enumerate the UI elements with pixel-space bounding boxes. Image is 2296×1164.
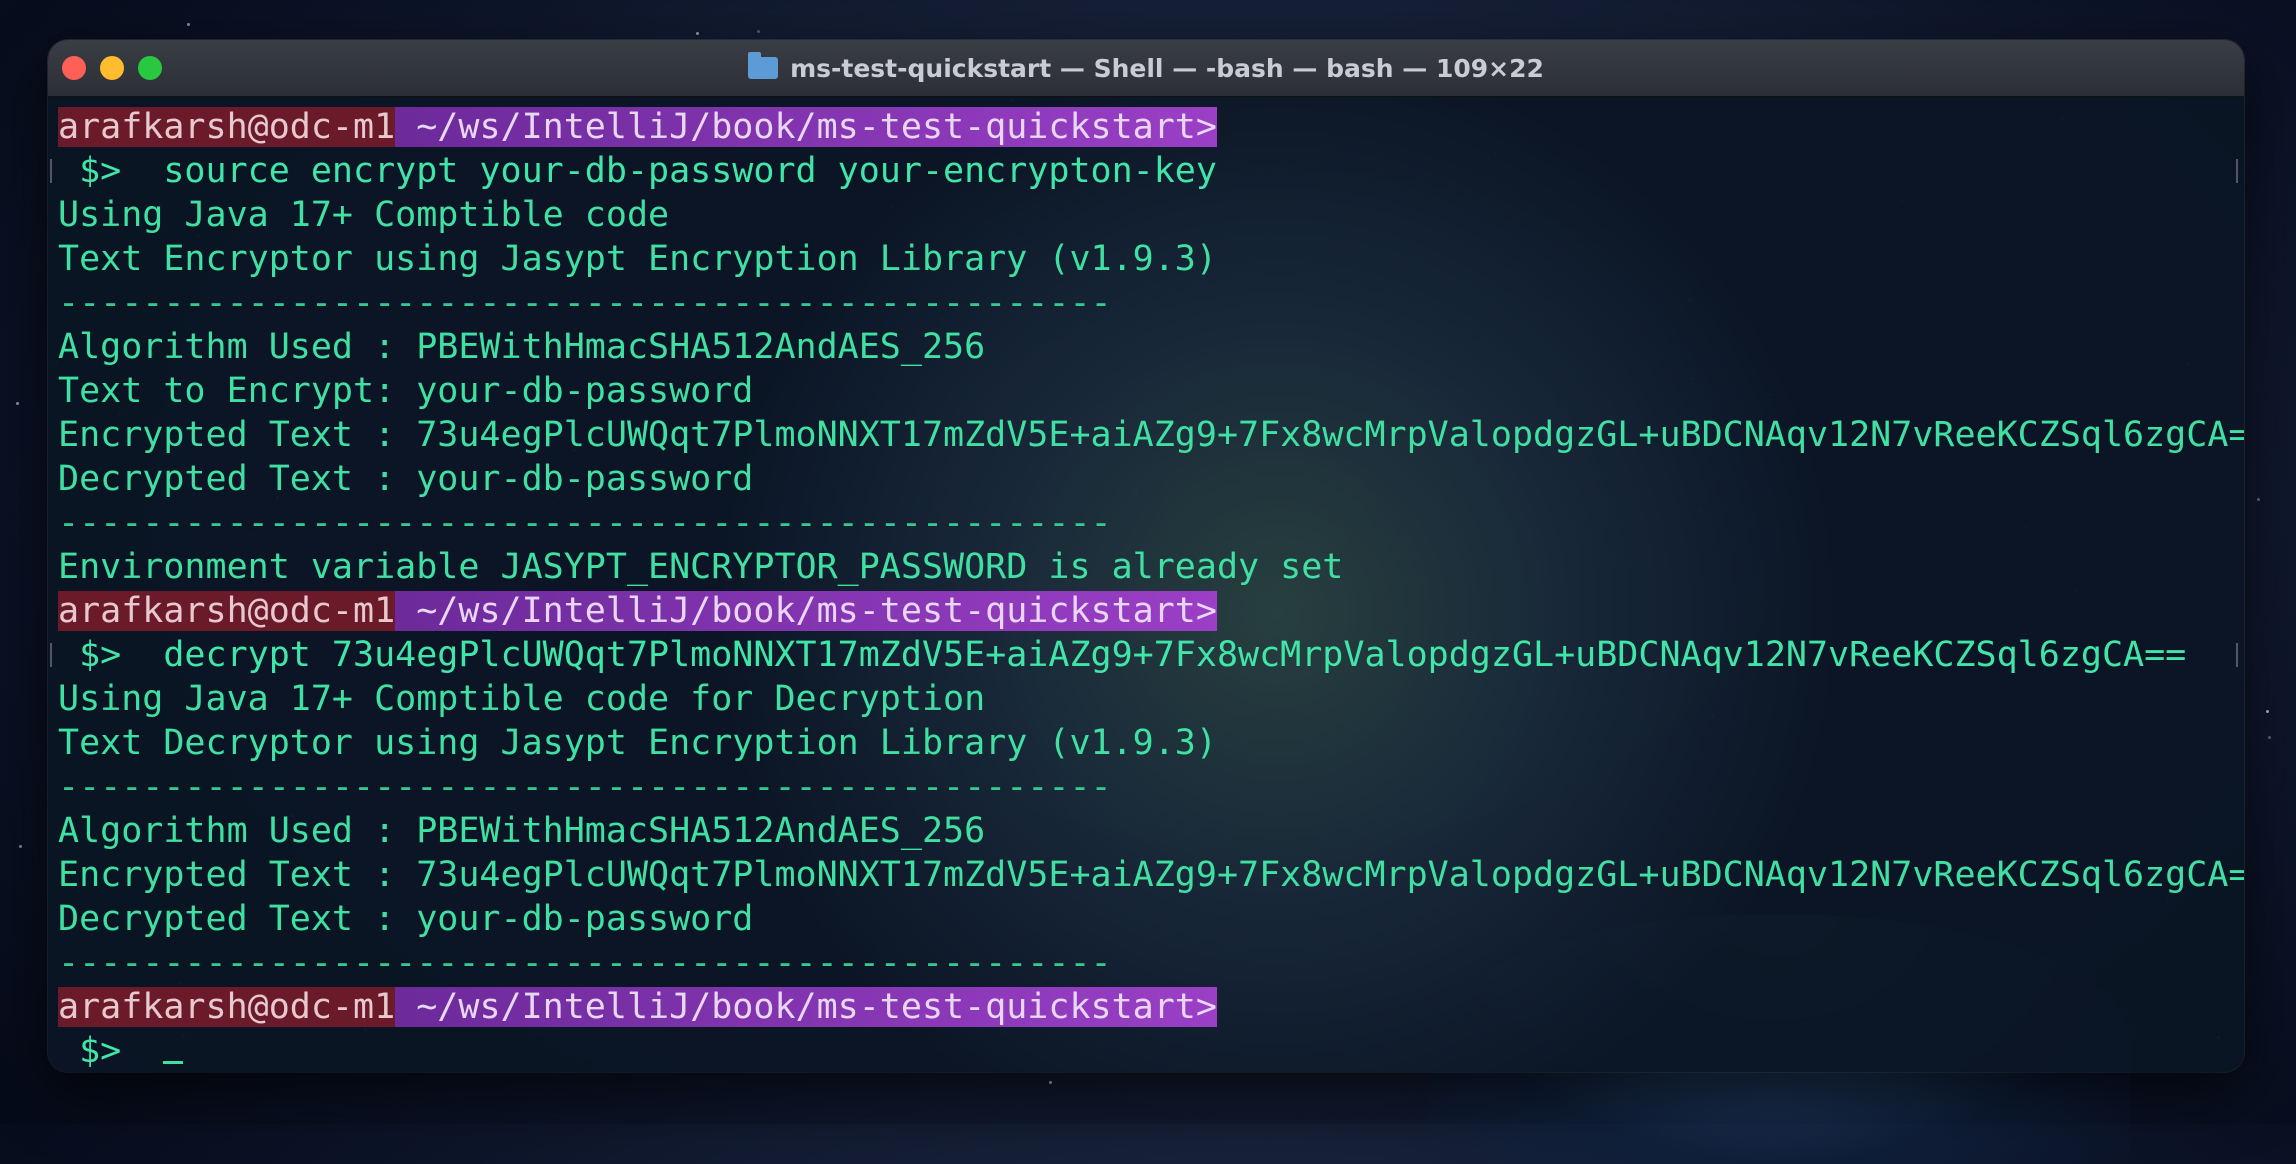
command-line[interactable]: $>: [58, 1029, 2234, 1072]
window-controls: [62, 56, 162, 80]
separator-line: ----------------------------------------…: [58, 943, 1112, 983]
line-mark-right: [2230, 643, 2238, 667]
star: [19, 845, 22, 848]
prompt-line: arafkarsh@odc-m1 ~/ws/IntelliJ/book/ms-t…: [58, 105, 2234, 149]
star: [187, 23, 190, 26]
title-bar[interactable]: ms-test-quickstart — Shell — -bash — bas…: [48, 40, 2244, 97]
output-line: Decrypted Text : your-db-password: [58, 899, 754, 939]
output-line: Text to Encrypt: your-db-password: [58, 371, 754, 411]
prompt-path: ~/ws/IntelliJ/book/ms-test-quickstart>: [395, 107, 1217, 147]
prompt-user-host: arafkarsh@odc-m1: [58, 107, 396, 147]
output-line: Algorithm Used : PBEWithHmacSHA512AndAES…: [58, 327, 986, 367]
star: [696, 32, 699, 35]
star: [2266, 710, 2269, 713]
prompt-line: arafkarsh@odc-m1 ~/ws/IntelliJ/book/ms-t…: [58, 985, 2234, 1029]
separator-line: ----------------------------------------…: [58, 767, 1112, 807]
command-text: decrypt 73u4egPlcUWQqt7PlmoNNXT17mZdV5E+…: [163, 635, 2187, 675]
line-mark-right: [2230, 159, 2238, 183]
prompt-user-host: arafkarsh@odc-m1: [58, 591, 396, 631]
prompt-line: arafkarsh@odc-m1 ~/ws/IntelliJ/book/ms-t…: [58, 589, 2234, 633]
text-cursor: [163, 1031, 184, 1064]
prompt-user-host: arafkarsh@odc-m1: [58, 987, 396, 1027]
star: [1049, 1081, 1052, 1084]
separator-line: ----------------------------------------…: [58, 503, 1112, 543]
output-line: Encrypted Text : 73u4egPlcUWQqt7PlmoNNXT…: [58, 415, 2244, 455]
output-line: Encrypted Text : 73u4egPlcUWQqt7PlmoNNXT…: [58, 855, 2244, 895]
zoom-button[interactable]: [138, 56, 162, 80]
prompt-symbol: $>: [58, 151, 164, 191]
command-line: $> decrypt 73u4egPlcUWQqt7PlmoNNXT17mZdV…: [50, 633, 2238, 677]
output-line: Algorithm Used : PBEWithHmacSHA512AndAES…: [58, 811, 986, 851]
output-line: Text Encryptor using Jasypt Encryption L…: [58, 239, 1217, 279]
star: [16, 402, 19, 405]
terminal-window: ms-test-quickstart — Shell — -bash — bas…: [48, 40, 2244, 1072]
terminal-content[interactable]: arafkarsh@odc-m1 ~/ws/IntelliJ/book/ms-t…: [48, 97, 2244, 1072]
command-line: $> source encrypt your-db-password your-…: [50, 149, 2238, 193]
output-line: Environment variable JASYPT_ENCRYPTOR_PA…: [58, 547, 1344, 587]
window-title: ms-test-quickstart — Shell — -bash — bas…: [748, 52, 1544, 83]
output-line: Using Java 17+ Comptible code: [58, 195, 670, 235]
prompt-symbol: $>: [58, 1031, 164, 1071]
star: [2257, 498, 2260, 501]
separator-line: ----------------------------------------…: [58, 283, 1112, 323]
prompt-path: ~/ws/IntelliJ/book/ms-test-quickstart>: [395, 591, 1217, 631]
folder-icon: [748, 52, 779, 79]
star: [2268, 736, 2271, 739]
output-line: Using Java 17+ Comptible code for Decryp…: [58, 679, 986, 719]
window-title-text: ms-test-quickstart — Shell — -bash — bas…: [790, 53, 1544, 83]
command-text: source encrypt your-db-password your-enc…: [163, 151, 1217, 191]
output-line: Decrypted Text : your-db-password: [58, 459, 754, 499]
minimize-button[interactable]: [100, 56, 124, 80]
close-button[interactable]: [62, 56, 86, 80]
prompt-path: ~/ws/IntelliJ/book/ms-test-quickstart>: [395, 987, 1217, 1027]
prompt-symbol: $>: [58, 635, 164, 675]
line-mark-left: [50, 643, 58, 667]
star: [757, 30, 760, 33]
line-mark-left: [50, 159, 58, 183]
output-line: Text Decryptor using Jasypt Encryption L…: [58, 723, 1217, 763]
